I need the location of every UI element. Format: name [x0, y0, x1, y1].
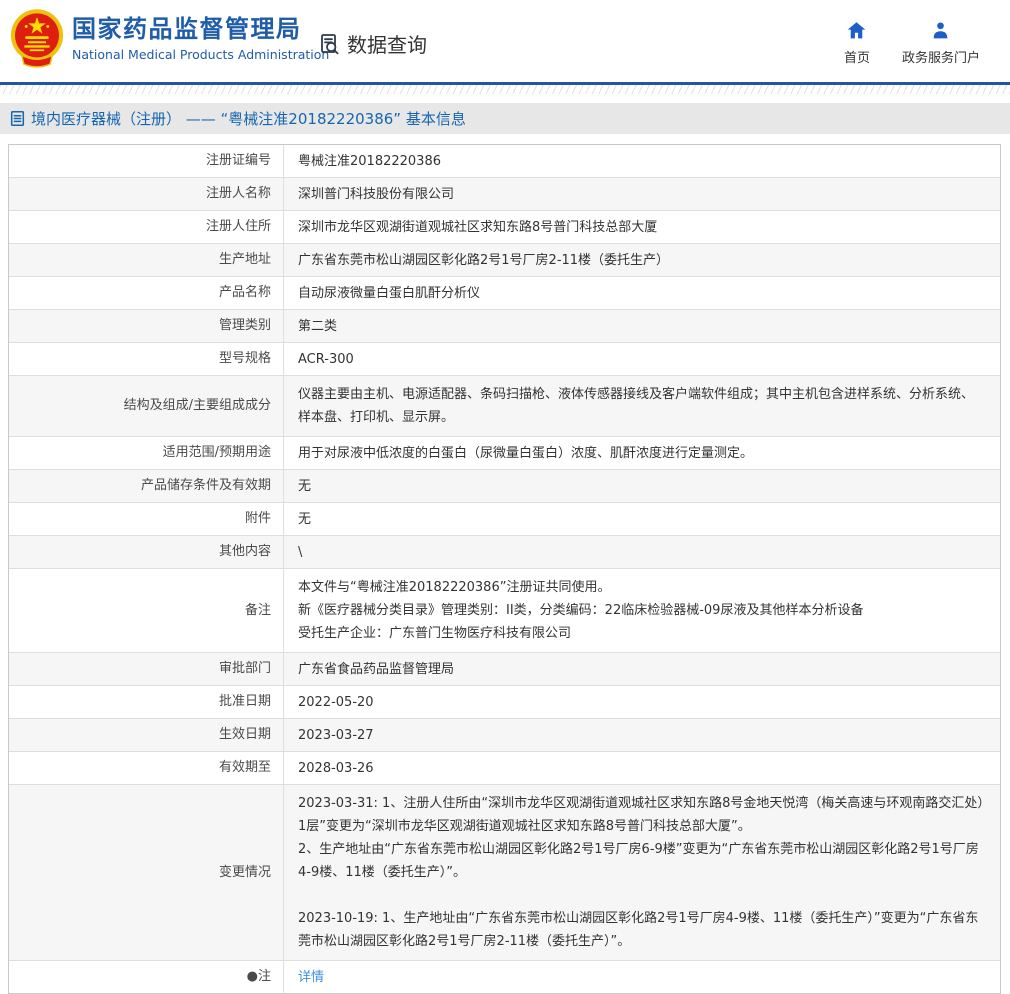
row-value: 粤械注准20182220386 — [283, 145, 1000, 177]
table-row-attachment: 附件 无 — [9, 502, 1000, 535]
row-value: 第二类 — [283, 310, 1000, 342]
row-label: 注册人住所 — [205, 219, 271, 234]
row-value: 深圳普门科技股份有限公司 — [283, 178, 1000, 210]
org-name-cn: 国家药品监督管理局 — [72, 15, 302, 43]
registration-detail-table: 注册证编号 粤械注准20182220386 注册人名称 深圳普门科技股份有限公司… — [8, 144, 1001, 994]
stripe-divider — [0, 85, 1010, 94]
table-row-approval-department: 审批部门 广东省食品药品监督管理局 — [9, 652, 1000, 685]
table-row-storage-validity: 产品储存条件及有效期 无 — [9, 469, 1000, 502]
row-value: 广东省东莞市松山湖园区彰化路2号1号厂房2-11楼（委托生产） — [283, 244, 1000, 276]
org-identity: 国家药品监督管理局 National Medical Products Admi… — [72, 15, 329, 62]
table-row-registrant-name: 注册人名称 深圳普门科技股份有限公司 — [9, 177, 1000, 210]
page-title-bar: 境内医疗器械（注册） —— “粤械注准20182220386” 基本信息 — [0, 103, 1010, 134]
table-row-structure-composition: 结构及组成/主要组成成分 仪器主要由主机、电源适配器、条码扫描枪、液体传感器接线… — [9, 375, 1000, 436]
row-label: ●注 — [246, 969, 271, 984]
national-emblem-icon — [10, 9, 64, 68]
row-value: 广东省食品药品监督管理局 — [283, 653, 1000, 685]
table-row-product-name: 产品名称 自动尿液微量白蛋白肌酐分析仪 — [9, 276, 1000, 309]
row-value: 本文件与“粤械注准20182220386”注册证共同使用。 新《医疗器械分类目录… — [283, 569, 1000, 652]
row-label: 管理类别 — [218, 318, 271, 333]
row-label: 注册人名称 — [205, 186, 271, 201]
table-row-approval-date: 批准日期 2022-05-20 — [9, 685, 1000, 718]
table-row-intended-use: 适用范围/预期用途 用于对尿液中低浓度的白蛋白（尿微量白蛋白）浓度、肌酐浓度进行… — [9, 436, 1000, 469]
row-label: 适用范围/预期用途 — [162, 445, 271, 460]
row-label: 变更情况 — [218, 864, 271, 880]
site-header: 国家药品监督管理局 National Medical Products Admi… — [0, 0, 1010, 85]
table-row-note-detail: ●注 详情 — [9, 960, 1000, 993]
nav-home[interactable]: 首页 — [844, 20, 870, 66]
detail-link[interactable]: 详情 — [298, 969, 986, 986]
row-label: 型号规格 — [218, 351, 271, 366]
row-label: 结构及组成/主要组成成分 — [123, 398, 271, 413]
table-row-expiry-date: 有效期至 2028-03-26 — [9, 751, 1000, 784]
national-emblem-logo — [10, 8, 64, 70]
row-value: 2023-03-27 — [283, 719, 1000, 751]
row-label: 有效期至 — [218, 760, 271, 775]
remark-line: 新《医疗器械分类目录》管理类别：II类，分类编码：22临床检验器械-09尿液及其… — [298, 603, 864, 618]
row-label: 产品储存条件及有效期 — [140, 478, 271, 493]
nav-gov-portal[interactable]: 政务服务门户 — [902, 20, 980, 66]
row-value: 无 — [283, 470, 1000, 502]
row-label: 产品名称 — [218, 285, 271, 300]
page-title: 境内医疗器械（注册） —— “粤械注准20182220386” 基本信息 — [31, 110, 466, 128]
table-row-management-class: 管理类别 第二类 — [9, 309, 1000, 342]
change-paragraph: 2、生产地址由“广东省东莞市松山湖园区彰化路2号1号厂房6-9楼”变更为“广东省… — [298, 842, 979, 880]
row-value: 2022-05-20 — [283, 686, 1000, 718]
row-value: 自动尿液微量白蛋白肌酐分析仪 — [283, 277, 1000, 309]
row-value: 详情 — [283, 961, 1000, 993]
nav-gov-portal-label: 政务服务门户 — [901, 51, 980, 66]
row-label: 审批部门 — [218, 661, 271, 676]
table-row-reg-cert-no: 注册证编号 粤械注准20182220386 — [9, 145, 1000, 177]
row-label: 其他内容 — [218, 544, 271, 559]
row-label: 生产地址 — [218, 252, 271, 267]
row-label: 生效日期 — [218, 727, 271, 742]
row-label: 注册证编号 — [205, 153, 271, 168]
row-label: 批准日期 — [218, 694, 271, 709]
remark-line: 本文件与“粤械注准20182220386”注册证共同使用。 — [298, 580, 611, 595]
change-paragraph: 2023-03-31: 1、注册人住所由“深圳市龙华区观湖街道观城社区求知东路8… — [298, 796, 984, 834]
row-value: 仪器主要由主机、电源适配器、条码扫描枪、液体传感器接线及客户端软件组成；其中主机… — [283, 376, 1000, 436]
data-query-icon — [318, 32, 342, 56]
header-nav: 首页 政务服务门户 — [844, 20, 980, 66]
table-row-change-history: 变更情况 2023-03-31: 1、注册人住所由“深圳市龙华区观湖街道观城社区… — [9, 784, 1000, 960]
row-value: ACR-300 — [283, 343, 1000, 375]
person-icon — [930, 20, 951, 41]
remark-line: 受托生产企业：广东普门生物医疗科技有限公司 — [298, 626, 572, 641]
nav-home-label: 首页 — [843, 51, 870, 66]
table-row-registrant-address: 注册人住所 深圳市龙华区观湖街道观城社区求知东路8号普门科技总部大厦 — [9, 210, 1000, 243]
row-value: \ — [283, 536, 1000, 568]
table-row-model-spec: 型号规格 ACR-300 — [9, 342, 1000, 375]
row-value: 2023-03-31: 1、注册人住所由“深圳市龙华区观湖街道观城社区求知东路8… — [283, 785, 1000, 960]
row-label: 附件 — [244, 511, 271, 526]
table-row-effective-date: 生效日期 2023-03-27 — [9, 718, 1000, 751]
table-row-production-address: 生产地址 广东省东莞市松山湖园区彰化路2号1号厂房2-11楼（委托生产） — [9, 243, 1000, 276]
data-query-label: 数据查询 — [347, 33, 427, 57]
change-paragraph: 2023-10-19: 1、生产地址由“广东省东莞市松山湖园区彰化路2号1号厂房… — [298, 911, 979, 949]
org-name-en: National Medical Products Administration — [72, 47, 330, 62]
row-value: 2028-03-26 — [283, 752, 1000, 784]
row-value: 深圳市龙华区观湖街道观城社区求知东路8号普门科技总部大厦 — [283, 211, 1000, 243]
row-label: 备注 — [244, 602, 271, 618]
data-query-section[interactable]: 数据查询 — [318, 29, 427, 58]
document-list-icon — [10, 110, 25, 127]
table-row-other-content: 其他内容 \ — [9, 535, 1000, 568]
home-icon — [846, 20, 867, 41]
table-row-remarks: 备注 本文件与“粤械注准20182220386”注册证共同使用。 新《医疗器械分… — [9, 568, 1000, 652]
row-value: 用于对尿液中低浓度的白蛋白（尿微量白蛋白）浓度、肌酐浓度进行定量测定。 — [283, 437, 1000, 469]
row-value: 无 — [283, 503, 1000, 535]
